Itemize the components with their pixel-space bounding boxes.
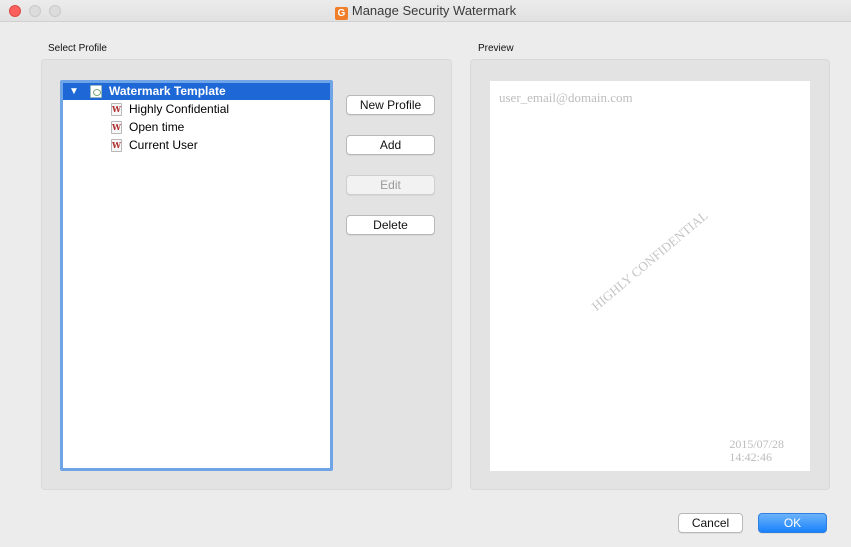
profile-tree[interactable]: ▼ Watermark Template W Highly Confidenti… [60, 80, 333, 471]
ok-button[interactable]: OK [758, 513, 827, 533]
preview-email-watermark: user_email@domain.com [499, 90, 633, 105]
watermark-doc-icon: W [111, 121, 122, 134]
tree-item-open-time[interactable]: W Open time [63, 119, 330, 136]
tree-item-label: Highly Confidential [129, 102, 230, 116]
tree-item-current-user[interactable]: W Current User [63, 137, 330, 154]
watermark-doc-icon: W [111, 139, 122, 152]
title-bar[interactable]: G Manage Security Watermark [0, 0, 851, 22]
watermark-doc-icon: W [111, 103, 122, 116]
add-button[interactable]: Add [346, 135, 435, 155]
tree-root-watermark-template[interactable]: ▼ Watermark Template [63, 83, 330, 100]
app-icon: G [334, 7, 348, 20]
preview-timestamp-watermark: 2015/07/28 14:42:46 [729, 438, 784, 464]
delete-button[interactable]: Delete [346, 215, 435, 235]
tree-item-label: Open time [129, 120, 185, 134]
tree-item-label: Current User [129, 138, 198, 152]
preview-confidential-watermark: HIGHLY CONFIDENTIAL [588, 207, 711, 314]
disclosure-triangle-icon[interactable]: ▼ [69, 83, 79, 100]
tree-root-label: Watermark Template [109, 84, 226, 98]
preview-time: 14:42:46 [729, 450, 772, 464]
window-title: G Manage Security Watermark [0, 3, 851, 20]
new-profile-button[interactable]: New Profile [346, 95, 435, 115]
window-title-text: Manage Security Watermark [351, 3, 517, 18]
tree-item-highly-confidential[interactable]: W Highly Confidential [63, 101, 330, 118]
template-folder-icon [90, 85, 102, 98]
preview-label: Preview [478, 43, 514, 54]
watermark-preview-page: user_email@domain.com HIGHLY CONFIDENTIA… [490, 81, 810, 471]
dialog-window: G Manage Security Watermark Select Profil… [0, 0, 851, 547]
cancel-button[interactable]: Cancel [678, 513, 743, 533]
select-profile-label: Select Profile [48, 43, 107, 54]
edit-button[interactable]: Edit [346, 175, 435, 195]
